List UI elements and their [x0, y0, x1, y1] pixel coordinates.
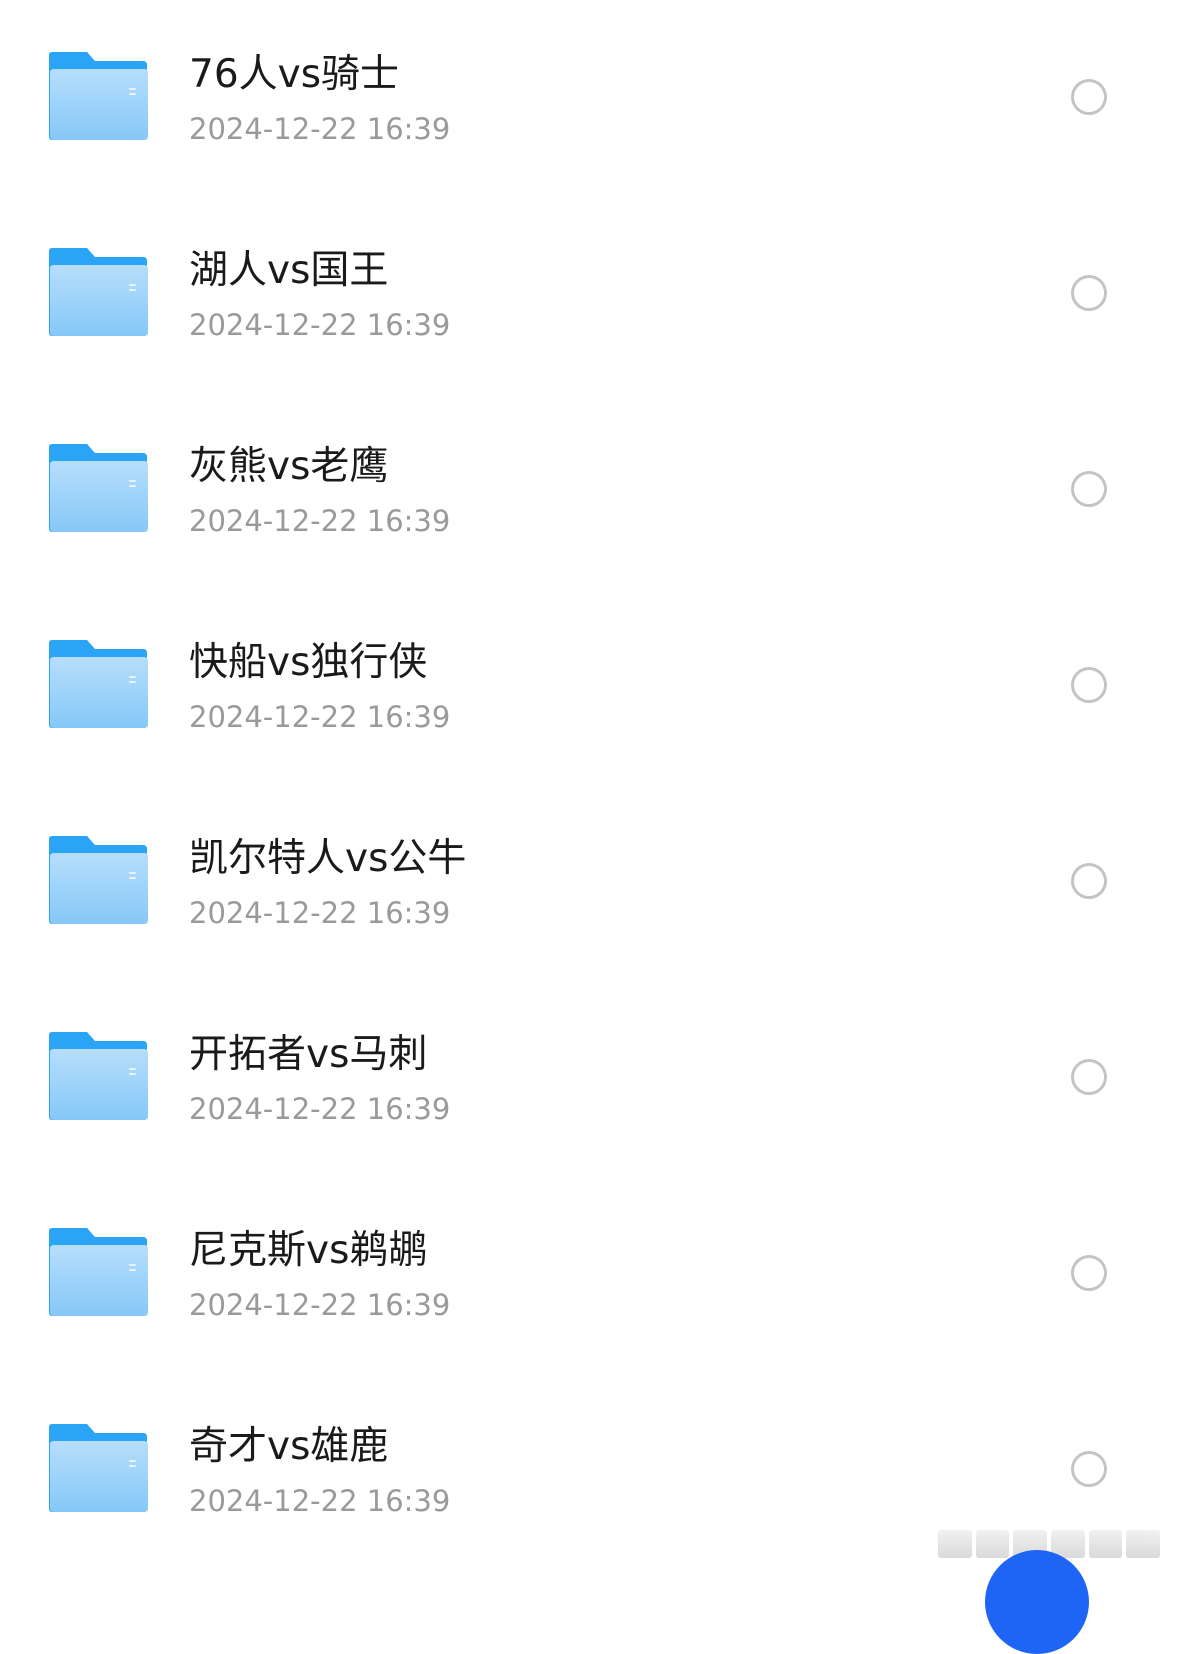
select-radio[interactable] [1071, 471, 1107, 507]
file-row[interactable]: 开拓者vs马刺 2024-12-22 16:39 [0, 980, 1179, 1176]
file-name: 奇才vs雄鹿 [189, 1424, 389, 1469]
file-name: 快船vs独行侠 [189, 640, 428, 685]
folder-icon [49, 1032, 149, 1120]
file-date: 2024-12-22 16:39 [189, 504, 451, 538]
file-name: 湖人vs国王 [189, 248, 389, 293]
folder-icon [49, 1228, 149, 1316]
file-row[interactable]: 灰熊vs老鹰 2024-12-22 16:39 [0, 392, 1179, 588]
file-row[interactable]: 尼克斯vs鹈鹕 2024-12-22 16:39 [0, 1176, 1179, 1372]
select-radio[interactable] [1071, 1255, 1107, 1291]
select-radio[interactable] [1071, 1451, 1107, 1487]
select-radio[interactable] [1071, 863, 1107, 899]
folder-icon [49, 836, 149, 924]
select-radio[interactable] [1071, 1059, 1107, 1095]
folder-icon [49, 640, 149, 728]
folder-icon [49, 444, 149, 532]
file-date: 2024-12-22 16:39 [189, 1288, 451, 1322]
file-date: 2024-12-22 16:39 [189, 308, 451, 342]
select-radio[interactable] [1071, 275, 1107, 311]
file-name: 76人vs骑士 [189, 52, 400, 97]
file-name: 凯尔特人vs公牛 [189, 836, 467, 881]
file-name: 开拓者vs马刺 [189, 1032, 428, 1077]
file-row[interactable]: 湖人vs国王 2024-12-22 16:39 [0, 196, 1179, 392]
file-name: 灰熊vs老鹰 [189, 444, 389, 489]
file-row[interactable]: 凯尔特人vs公牛 2024-12-22 16:39 [0, 784, 1179, 980]
select-radio[interactable] [1071, 79, 1107, 115]
file-row[interactable]: 快船vs独行侠 2024-12-22 16:39 [0, 588, 1179, 784]
file-date: 2024-12-22 16:39 [189, 896, 451, 930]
file-date: 2024-12-22 16:39 [189, 112, 451, 146]
add-button[interactable] [985, 1550, 1089, 1654]
file-name: 尼克斯vs鹈鹕 [189, 1228, 428, 1273]
folder-icon [49, 52, 149, 140]
folder-icon [49, 1424, 149, 1512]
file-row[interactable]: 76人vs骑士 2024-12-22 16:39 [0, 0, 1179, 196]
file-date: 2024-12-22 16:39 [189, 700, 451, 734]
file-date: 2024-12-22 16:39 [189, 1484, 451, 1518]
file-date: 2024-12-22 16:39 [189, 1092, 451, 1126]
folder-icon [49, 248, 149, 336]
select-radio[interactable] [1071, 667, 1107, 703]
